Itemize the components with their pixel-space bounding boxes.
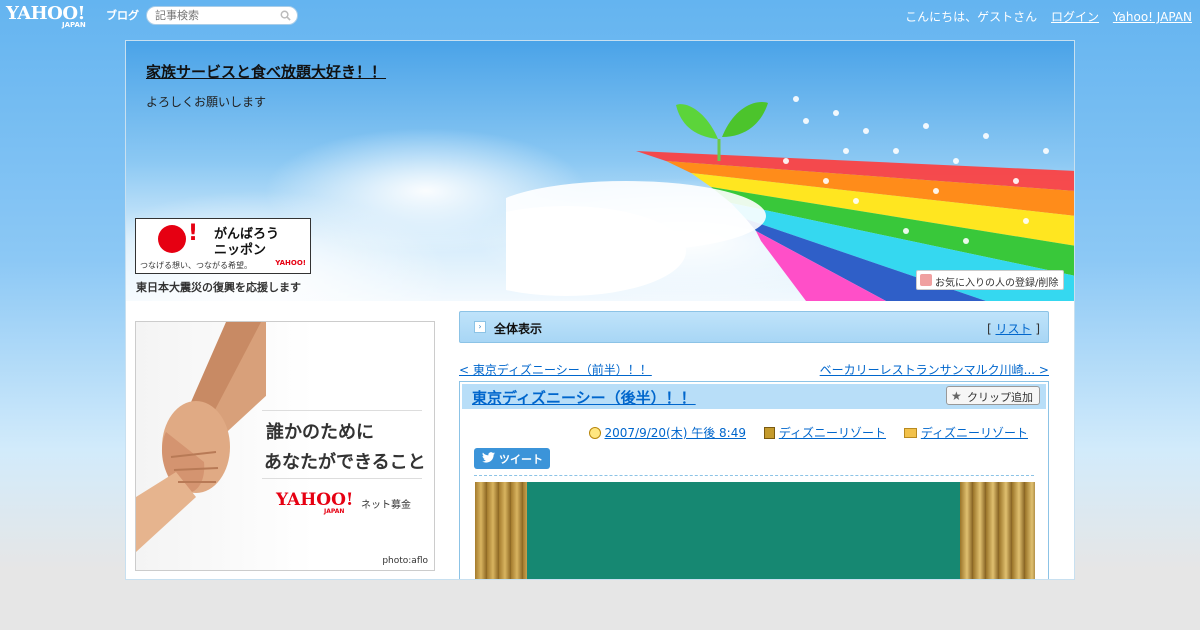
favorite-icon <box>920 274 932 286</box>
entry-date-item: 2007/9/20(木) 午後 8:49 <box>588 424 746 441</box>
photo-frame-right <box>960 482 1035 579</box>
view-all-label[interactable]: 全体表示 <box>494 320 542 337</box>
exclamation-mark: ! <box>188 221 199 246</box>
ad-divider-bottom <box>262 478 422 479</box>
clock-icon <box>588 427 601 439</box>
top-bar: YAHOO! JAPAN ブログ こんにちは、ゲストさん ログイン Yahoo!… <box>0 0 1200 32</box>
previous-entry-link[interactable]: < 東京ディズニーシー（前半）！！ <box>459 361 652 378</box>
category-icon <box>763 427 775 439</box>
folder-icon <box>903 428 917 438</box>
blog-entry: 東京ディズニーシー（後半）！！ ★ クリップ追加 2007/9/20(木) 午後… <box>459 381 1049 579</box>
list-bracket-close: ] <box>1031 322 1040 336</box>
ad-headline-1: 誰かのために <box>266 422 374 443</box>
favorite-register-button[interactable]: お気に入りの人の登録/削除 <box>916 270 1064 290</box>
blog-header: 家族サービスと食べ放題大好き！！ よろしくお願いします ! がんばろう ニッポン… <box>126 41 1074 301</box>
clip-add-label: クリップ追加 <box>967 391 1033 404</box>
list-link-wrapper: [ リスト ] <box>987 320 1040 337</box>
next-entry-link[interactable]: ベーカリーレストランサンマルク川崎... > <box>820 361 1049 378</box>
logo-japan-text: JAPAN <box>62 21 86 29</box>
entry-title[interactable]: 東京ディズニーシー（後半）！！ <box>472 387 696 408</box>
blog-page: 家族サービスと食べ放題大好き！！ よろしくお願いします ! がんばろう ニッポン… <box>125 40 1075 580</box>
search-icon[interactable] <box>280 10 291 21</box>
user-greeting-area: こんにちは、ゲストさん ログイン Yahoo! JAPAN <box>905 8 1192 25</box>
logo-blog-text: ブログ <box>106 9 139 22</box>
search-input[interactable] <box>155 9 275 22</box>
ad-headline-2: あなたができること <box>264 452 426 473</box>
ad-japan-text: JAPAN <box>324 508 345 515</box>
photo-green-panel <box>527 482 960 579</box>
ganbarou-caption: 東日本大震災の復興を応援します <box>136 281 301 294</box>
view-all-bar: › 全体表示 [ リスト ] <box>459 311 1049 343</box>
entry-divider <box>474 475 1034 476</box>
red-circle-icon <box>158 225 186 253</box>
entry-header: 東京ディズニーシー（後半）！！ ★ クリップ追加 <box>462 384 1046 409</box>
photo-frame-left <box>475 482 527 579</box>
blog-subtitle: よろしくお願いします <box>146 95 267 109</box>
blog-title[interactable]: 家族サービスと食べ放題大好き！！ <box>146 61 386 82</box>
greeting-text: こんにちは、ゲストさん <box>905 10 1038 24</box>
holding-hands-image <box>136 322 266 552</box>
clip-add-button[interactable]: ★ クリップ追加 <box>946 386 1040 405</box>
twitter-bird-icon <box>482 452 495 463</box>
net-donation-ad-banner[interactable]: 誰かのために あなたができること YAHOO! JAPAN ネット募金 phot… <box>135 321 435 571</box>
list-link[interactable]: リスト <box>995 322 1031 336</box>
yahoo-blog-logo[interactable]: YAHOO! JAPAN ブログ <box>6 3 141 29</box>
search-box <box>146 6 298 25</box>
ad-net-donation-text: ネット募金 <box>361 500 411 511</box>
entry-photo[interactable] <box>475 482 1035 579</box>
chevron-right-icon: › <box>474 321 486 333</box>
entry-folder-link[interactable]: ディズニーリゾート <box>921 426 1028 440</box>
entry-meta: 2007/9/20(木) 午後 8:49 ディズニーリゾート ディズニーリゾート <box>575 424 1028 441</box>
login-link[interactable]: ログイン <box>1051 10 1099 24</box>
ad-photo-credit: photo:aflo <box>382 556 428 566</box>
ganbarou-slogan: つなげる想い、つながる希望。 <box>140 261 252 270</box>
ad-divider-top <box>262 410 422 411</box>
tweet-button[interactable]: ツイート <box>474 448 550 469</box>
yahoo-japan-link[interactable]: Yahoo! JAPAN <box>1113 10 1192 24</box>
ganbarou-line2: ニッポン <box>214 243 267 258</box>
ganbarou-nippon-banner[interactable]: ! がんばろう ニッポン つなげる想い、つながる希望。 YAHOO! <box>135 218 311 274</box>
ganbarou-yahoo-logo: YAHOO! <box>275 259 306 267</box>
entry-category-item: ディズニーリゾート <box>763 424 886 441</box>
star-icon: ★ <box>951 389 962 403</box>
entry-date-link[interactable]: 2007/9/20(木) 午後 8:49 <box>605 426 746 440</box>
ad-yahoo-logo: YAHOO! <box>276 490 354 510</box>
favorite-button-label: お気に入りの人の登録/削除 <box>935 278 1059 289</box>
entry-folder-item: ディズニーリゾート <box>903 424 1028 441</box>
entry-category-link[interactable]: ディズニーリゾート <box>779 426 886 440</box>
tweet-label: ツイート <box>499 453 543 466</box>
